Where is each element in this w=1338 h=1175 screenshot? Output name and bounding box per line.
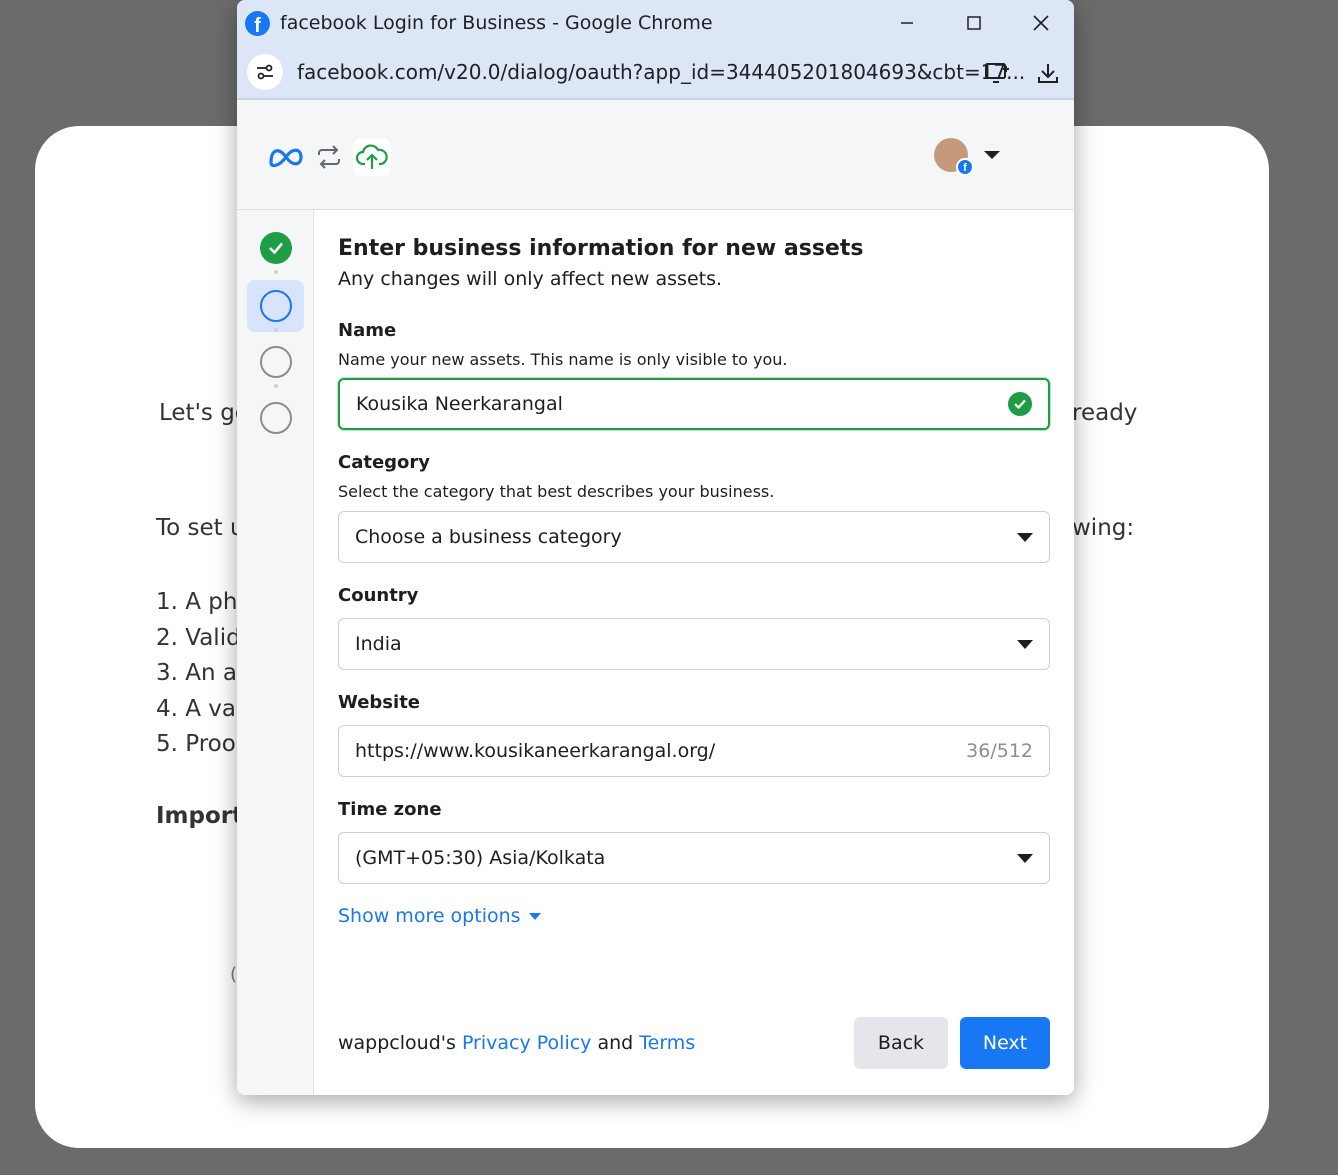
minimize-button[interactable] [873, 0, 940, 46]
dropdown-caret-icon [1017, 532, 1033, 542]
address-bar-actions [984, 46, 1060, 100]
dropdown-caret-icon [1017, 639, 1033, 649]
name-label: Name [338, 320, 397, 341]
step-connector [274, 328, 278, 332]
step-2-current [260, 290, 292, 322]
maximize-button[interactable] [940, 0, 1007, 46]
name-input-value: Kousika Neerkarangal [356, 393, 563, 415]
bg-text-line1-right: ready [1072, 400, 1138, 426]
site-info-icon [257, 64, 273, 80]
valid-check-icon [1008, 392, 1032, 416]
dropdown-caret-icon [1017, 853, 1033, 863]
show-more-label: Show more options [338, 905, 521, 927]
url-text[interactable]: facebook.com/v20.0/dialog/oauth?app_id=3… [297, 60, 1025, 84]
avatar: f [934, 138, 974, 176]
cast-icon[interactable] [984, 61, 1010, 85]
cloud-upload-icon [356, 144, 388, 169]
bg-text-line1-left: Let's ge [159, 400, 249, 426]
website-label: Website [338, 692, 421, 713]
step-3-pending [260, 346, 292, 378]
dialog-header: f [237, 100, 1074, 210]
chevron-down-icon [528, 912, 541, 920]
character-counter: 36/512 [966, 740, 1033, 762]
close-icon [1032, 15, 1049, 31]
category-help: Select the category that best describes … [338, 482, 775, 501]
category-select[interactable]: Choose a business category [338, 511, 1050, 563]
terms-link[interactable]: Terms [639, 1032, 695, 1054]
bg-text-line2-left: To set u [156, 515, 245, 541]
address-bar: facebook.com/v20.0/dialog/oauth?app_id=3… [237, 46, 1074, 100]
title-bar: f facebook Login for Business - Google C… [237, 0, 1074, 46]
page-title: Enter business information for new asset… [338, 236, 864, 261]
bg-list-item: 3. An ac [156, 660, 250, 686]
chevron-down-icon [984, 151, 1000, 159]
privacy-policy-link[interactable]: Privacy Policy [462, 1032, 591, 1054]
footer-legal: wappcloud's Privacy Policy and Terms [338, 1032, 695, 1054]
step-connector [274, 384, 278, 388]
window-title: facebook Login for Business - Google Chr… [280, 12, 713, 34]
show-more-options-link[interactable]: Show more options [338, 905, 541, 927]
step-connector [274, 270, 278, 274]
step-1-complete [260, 232, 292, 264]
bg-list-item: 4. A vali [156, 696, 249, 722]
website-input-value: https://www.kousikaneerkarangal.org/ [355, 740, 716, 762]
country-select-value: India [355, 633, 402, 655]
name-input[interactable]: Kousika Neerkarangal [338, 378, 1050, 430]
window-controls [873, 0, 1074, 46]
footer-and: and [597, 1032, 634, 1054]
timezone-select[interactable]: (GMT+05:30) Asia/Kolkata [338, 832, 1050, 884]
dialog-body: Enter business information for new asset… [237, 210, 1074, 1095]
category-label: Category [338, 452, 431, 473]
timezone-label: Time zone [338, 799, 442, 820]
facebook-badge-icon: f [956, 158, 974, 176]
category-select-value: Choose a business category [355, 526, 622, 548]
timezone-select-value: (GMT+05:30) Asia/Kolkata [355, 847, 606, 869]
bg-text-line2-right: wing: [1072, 515, 1135, 541]
next-button[interactable]: Next [960, 1017, 1050, 1069]
facebook-icon: f [245, 10, 270, 36]
close-button[interactable] [1007, 0, 1074, 46]
name-help: Name your new assets. This name is only … [338, 350, 788, 369]
chrome-popup-window: f facebook Login for Business - Google C… [237, 0, 1074, 1095]
country-select[interactable]: India [338, 618, 1050, 670]
country-label: Country [338, 585, 419, 606]
bg-list-item: 2. Valid [156, 625, 241, 651]
back-button[interactable]: Back [854, 1017, 948, 1069]
account-switcher[interactable]: f [934, 138, 1000, 176]
bg-stray-text: ( [230, 964, 238, 985]
page-subtitle: Any changes will only affect new assets. [338, 268, 723, 290]
download-icon[interactable] [1036, 61, 1060, 85]
site-info-button[interactable] [247, 54, 283, 90]
brand-row [267, 138, 391, 176]
progress-stepper [237, 210, 314, 1095]
maximize-icon [966, 16, 981, 30]
footer-owner: wappcloud's [338, 1032, 456, 1054]
bg-list-item: 5. Proo [156, 731, 236, 757]
app-logo-tile [353, 138, 391, 176]
sync-arrows-icon [318, 145, 340, 169]
meta-logo-icon [269, 148, 303, 168]
website-input[interactable]: https://www.kousikaneerkarangal.org/ 36/… [338, 725, 1050, 777]
step-4-pending [260, 402, 292, 434]
check-icon [269, 242, 283, 255]
minimize-icon [900, 22, 913, 24]
